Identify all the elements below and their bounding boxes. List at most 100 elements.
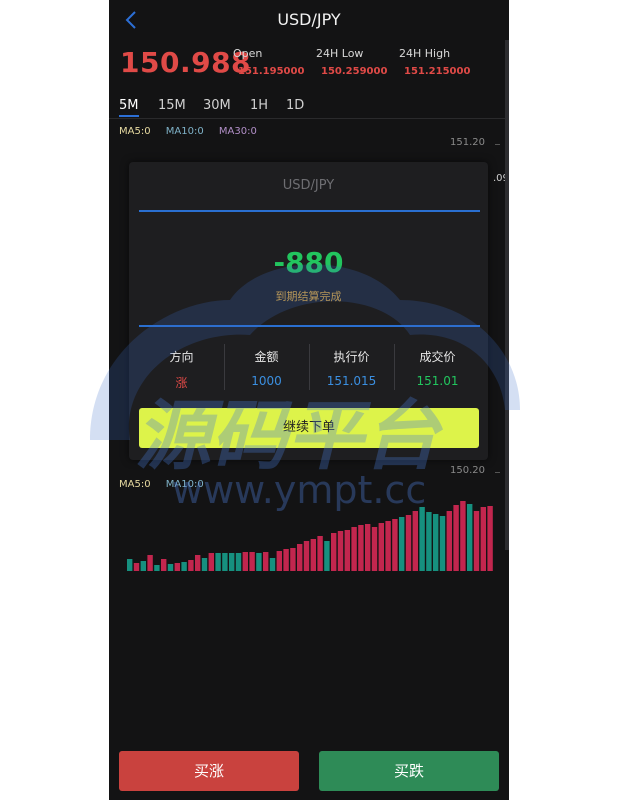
info-direction-header: 方向: [169, 350, 194, 364]
volume-bar: [154, 565, 160, 571]
volume-ma10-label: MA10:0: [165, 479, 204, 490]
ma10-label: MA10:0: [165, 126, 204, 137]
volume-bar: [467, 504, 473, 571]
volume-bar: [181, 562, 187, 571]
volume-bar: [480, 507, 486, 571]
volume-bar: [283, 549, 289, 571]
volume-bar: [140, 561, 146, 571]
volume-bar: [378, 523, 384, 571]
volume-bar: [235, 553, 242, 571]
volume-chart: [127, 501, 493, 571]
tab-15m[interactable]: 15M: [158, 98, 186, 113]
volume-bar: [344, 530, 350, 571]
volume-bar: [229, 553, 235, 571]
volume-bar: [263, 552, 269, 571]
ma-legend-volume: MA5:0 MA10:0: [119, 479, 216, 490]
stat-open: Open 151.195000: [233, 47, 304, 77]
stat-low: 24H Low 150.259000: [316, 47, 387, 77]
info-strike-price: 执行价 151.015: [309, 340, 394, 390]
info-direction-value: 涨: [175, 376, 188, 390]
volume-bar: [365, 524, 371, 571]
trading-screen: USD/JPY 150.988 Open 151.195000 24H Low …: [109, 0, 509, 800]
stat-low-value: 150.259000: [321, 66, 388, 77]
volume-bar: [371, 527, 378, 571]
volume-bar: [276, 551, 282, 571]
modal-divider-top: [139, 210, 480, 212]
volume-bar: [419, 507, 425, 571]
volume-bar: [358, 525, 364, 571]
buy-up-button[interactable]: 买涨: [119, 751, 299, 791]
stat-high-value: 151.215000: [404, 66, 471, 77]
volume-bar: [399, 517, 405, 571]
info-strike-value: 151.015: [326, 374, 377, 388]
settlement-modal: USD/JPY -880 到期结算完成 方向 涨 金额 1000 执行价 151…: [129, 162, 488, 460]
volume-bar: [426, 512, 432, 571]
current-price: 150.988: [120, 46, 252, 79]
volume-bar: [297, 544, 303, 571]
volume-bar: [337, 531, 344, 571]
volume-bar: [127, 559, 133, 571]
volume-bar: [439, 516, 446, 571]
volume-bar: [433, 514, 439, 571]
volume-bar: [195, 555, 201, 571]
axis-tick-bottom: [495, 472, 500, 473]
volume-bar: [133, 563, 140, 571]
volume-bar: [256, 553, 262, 571]
volume-bar: [174, 563, 180, 571]
info-amount-value: 1000: [251, 374, 282, 388]
continue-order-button[interactable]: 继续下单: [139, 408, 479, 448]
volume-bar: [215, 553, 221, 571]
info-deal-price: 成交价 151.01: [395, 340, 480, 390]
stat-low-label: 24H Low: [316, 47, 364, 60]
volume-bar: [167, 564, 174, 571]
ma5-label: MA5:0: [119, 126, 151, 137]
chart-scrollbar[interactable]: [505, 40, 509, 550]
info-deal-value: 151.01: [416, 374, 459, 388]
header: USD/JPY: [109, 0, 509, 40]
info-amount: 金额 1000: [224, 340, 309, 390]
tabs-divider: [109, 118, 509, 119]
buy-down-button[interactable]: 买跌: [319, 751, 499, 791]
info-strike-header: 执行价: [333, 350, 370, 364]
volume-bar: [324, 541, 330, 571]
volume-bar: [446, 511, 452, 571]
stat-high-label: 24H High: [399, 47, 451, 60]
volume-bar: [249, 552, 255, 571]
order-info: 方向 涨 金额 1000 执行价 151.015 成交价 151.01: [139, 340, 480, 390]
page-title: USD/JPY: [277, 10, 341, 29]
volume-bar: [473, 511, 480, 571]
stat-open-label: Open: [233, 47, 263, 60]
volume-bar: [242, 552, 248, 571]
volume-bar: [188, 560, 194, 571]
volume-bar: [331, 533, 337, 571]
stat-high: 24H High 151.215000: [399, 47, 470, 77]
volume-ma5-label: MA5:0: [119, 479, 151, 490]
info-amount-header: 金额: [254, 350, 279, 364]
volume-bar: [317, 536, 323, 571]
volume-bar: [208, 553, 214, 571]
modal-title: USD/JPY: [282, 178, 335, 193]
volume-bar: [290, 548, 296, 571]
volume-bar: [487, 506, 493, 571]
volume-bar: [161, 559, 167, 571]
ma-legend-main: MA5:0 MA10:0 MA30:0: [119, 126, 269, 137]
volume-bar: [392, 519, 398, 571]
volume-bar: [269, 558, 276, 571]
volume-bar: [453, 505, 459, 571]
volume-bar: [405, 515, 412, 571]
tab-30m[interactable]: 30M: [203, 98, 231, 113]
volume-bar: [460, 501, 466, 571]
tab-5m[interactable]: 5M: [119, 98, 139, 117]
volume-bar: [351, 527, 357, 571]
tab-1d[interactable]: 1D: [286, 98, 304, 113]
volume-bar: [385, 521, 391, 571]
tab-1h[interactable]: 1H: [250, 98, 268, 113]
info-deal-header: 成交价: [419, 350, 456, 364]
volume-bar: [412, 511, 418, 571]
result-amount: -880: [273, 246, 344, 279]
volume-bar: [201, 558, 208, 571]
result-status: 到期结算完成: [275, 290, 342, 303]
volume-bar: [303, 541, 310, 571]
volume-bar: [222, 553, 228, 571]
stat-open-value: 151.195000: [238, 66, 305, 77]
